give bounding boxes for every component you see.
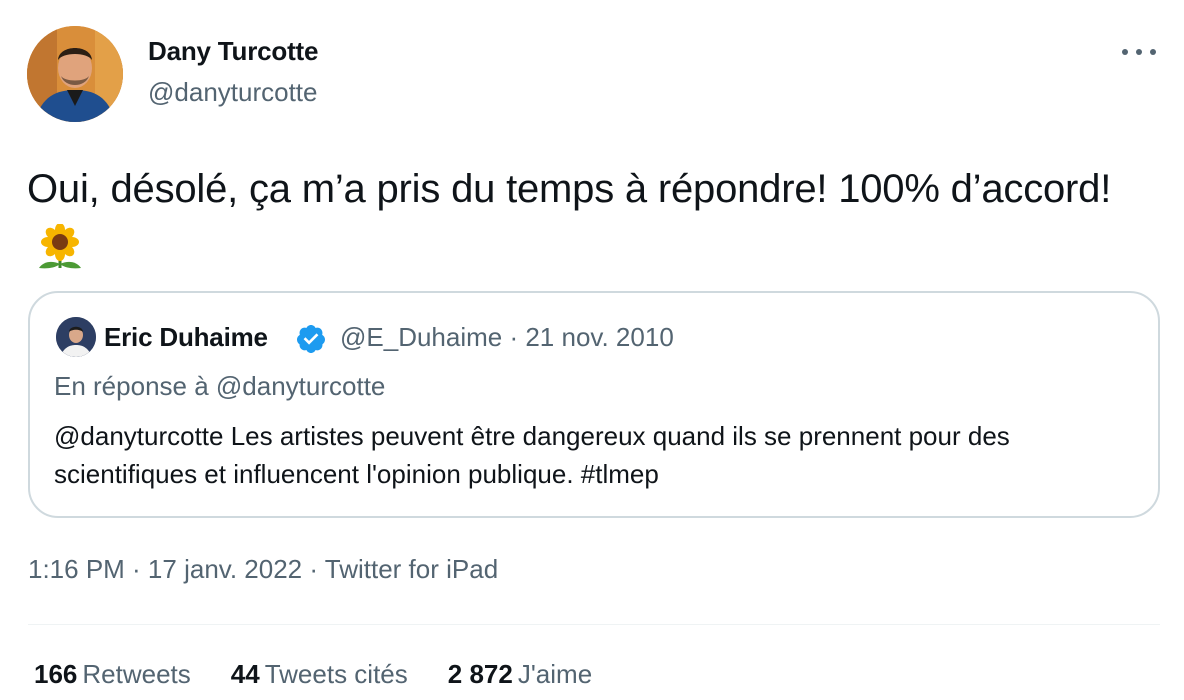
quoted-author-name[interactable]: Eric Duhaime [104, 322, 268, 353]
reply-context: En réponse à @danyturcotte [54, 371, 386, 401]
likes-stat[interactable]: 2 872 J'aime [448, 659, 592, 690]
tweet-text: Oui, désolé, ça m’a pris du temps à répo… [27, 160, 1147, 276]
retweets-count: 166 [34, 659, 78, 689]
likes-count: 2 872 [447, 659, 513, 689]
tweet: Dany Turcotte @danyturcotte Oui, désolé,… [0, 0, 1184, 700]
quoted-tweet-text: @danyturcotte Les artistes peuvent être … [54, 421, 1010, 489]
sunflower-icon [35, 223, 85, 270]
author-handle[interactable]: @danyturcotte [148, 77, 317, 108]
likes-label: J'aime [517, 659, 593, 689]
tweet-stats: 166 Retweets 44 Tweets cités 2 872 J'aime [34, 659, 592, 690]
quote-tweets-count: 44 [230, 659, 260, 689]
author-name[interactable]: Dany Turcotte [148, 36, 318, 67]
more-options-icon[interactable] [1122, 40, 1156, 64]
quote-tweets-label: Tweets cités [264, 659, 408, 689]
verified-badge-icon [295, 323, 327, 355]
tweet-text-content: Oui, désolé, ça m’a pris du temps à répo… [27, 167, 1112, 211]
divider [28, 624, 1160, 625]
quoted-handle-date[interactable]: @E_Duhaime · 21 nov. 2010 [340, 322, 674, 353]
retweets-label: Retweets [82, 659, 191, 689]
retweets-stat[interactable]: 166 Retweets [34, 659, 191, 690]
quoted-tweet[interactable]: Eric Duhaime @E_Duhaime · 21 nov. 2010 E… [28, 291, 1160, 518]
quote-tweets-stat[interactable]: 44 Tweets cités [231, 659, 408, 690]
tweet-timestamp[interactable]: 1:16 PM · 17 janv. 2022 · Twitter for iP… [28, 554, 498, 585]
quoted-avatar[interactable] [56, 317, 96, 357]
avatar[interactable] [27, 26, 123, 122]
